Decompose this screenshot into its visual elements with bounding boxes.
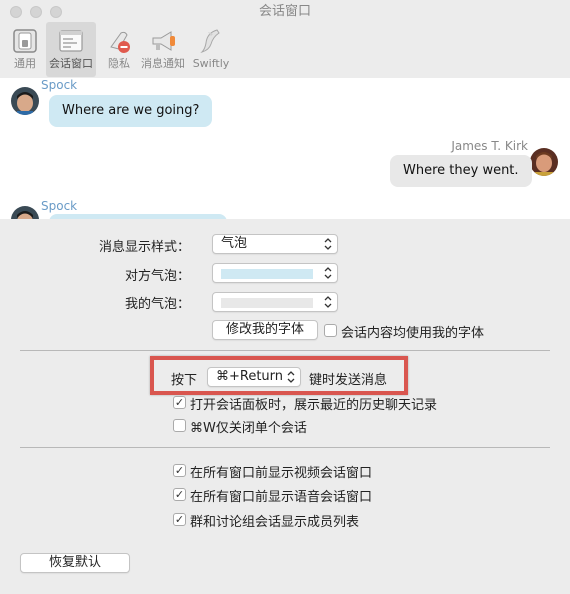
chevron-updown-icon — [287, 371, 295, 383]
avatar-spock — [11, 206, 39, 219]
change-font-button[interactable]: 修改我的字体 — [212, 320, 318, 340]
message-bubble: Where are we going? — [49, 95, 213, 127]
voice-front-checkbox[interactable]: ✓ — [173, 488, 186, 501]
group-members-label: 群和讨论组会话显示成员列表 — [190, 515, 360, 530]
cmd-w-label: ⌘W仅关闭单个会话 — [190, 421, 307, 436]
divider — [20, 350, 550, 351]
tab-swiftly[interactable]: Swiftly — [188, 22, 234, 77]
zoom-window-button[interactable] — [50, 6, 62, 18]
switch-icon — [13, 29, 37, 53]
settings-panel: 消息显示样式： 气泡 对方气泡： 我的气泡： 修改我的字体 会话内容均使用我的字… — [0, 219, 570, 594]
send-prefix-label: 按下 — [171, 373, 198, 388]
avatar-kirk — [530, 148, 558, 176]
video-front-checkbox[interactable]: ✓ — [173, 464, 186, 477]
chat-window-icon — [59, 30, 83, 52]
use-my-font-label: 会话内容均使用我的字体 — [341, 326, 485, 341]
other-bubble-color-select[interactable] — [212, 263, 338, 283]
show-history-label: 打开会话面板时，展示最近的历史聊天记录 — [190, 398, 438, 413]
minimize-window-button[interactable] — [30, 6, 42, 18]
chevron-updown-icon — [324, 267, 332, 279]
tab-privacy[interactable]: 隐私 — [96, 22, 142, 77]
video-front-label: 在所有窗口前显示视频会话窗口 — [190, 466, 373, 481]
megaphone-icon — [152, 31, 175, 51]
privacy-icon — [110, 31, 130, 53]
sender-name: Spock — [41, 78, 78, 92]
sender-name: Spock — [41, 199, 78, 213]
window-title: 会话窗口 — [258, 4, 311, 19]
send-suffix-label: 键时发送消息 — [309, 373, 388, 388]
chevron-updown-icon — [324, 238, 332, 250]
preferences-window: 会话窗口 通用 会话窗口 隐私 消息通知 Swiftly Spock Where… — [0, 0, 570, 594]
message-style-label: 消息显示样式： — [98, 240, 190, 255]
sender-name: James T. Kirk — [451, 139, 528, 153]
my-bubble-label: 我的气泡： — [124, 297, 190, 312]
voice-front-label: 在所有窗口前显示语音会话窗口 — [190, 490, 373, 505]
chat-preview: Spock Where are we going? James T. Kirk … — [0, 78, 570, 219]
other-bubble-label: 对方气泡： — [124, 269, 190, 284]
message-style-select[interactable]: 气泡 — [212, 234, 338, 254]
use-my-font-checkbox[interactable] — [324, 324, 337, 337]
dolphin-icon — [200, 29, 220, 54]
preferences-toolbar: 通用 会话窗口 隐私 消息通知 Swiftly — [0, 22, 570, 79]
group-members-checkbox[interactable]: ✓ — [173, 513, 186, 526]
color-swatch — [221, 298, 313, 308]
tab-general[interactable]: 通用 — [2, 22, 48, 77]
color-swatch — [221, 269, 313, 279]
title-bar: 会话窗口 — [0, 0, 570, 24]
close-window-button[interactable] — [10, 6, 22, 18]
restore-defaults-button[interactable]: 恢复默认 — [20, 553, 130, 573]
my-bubble-color-select[interactable] — [212, 292, 338, 312]
cmd-w-checkbox[interactable] — [173, 419, 186, 432]
chevron-updown-icon — [324, 296, 332, 308]
send-key-select[interactable]: ⌘+Return — [207, 367, 301, 387]
divider — [20, 447, 550, 448]
message-bubble: Where they went. — [390, 155, 532, 187]
tab-chat-window[interactable]: 会话窗口 — [46, 22, 96, 77]
show-history-checkbox[interactable]: ✓ — [173, 396, 186, 409]
avatar-spock — [11, 87, 39, 115]
tab-notifications[interactable]: 消息通知 — [138, 22, 188, 77]
